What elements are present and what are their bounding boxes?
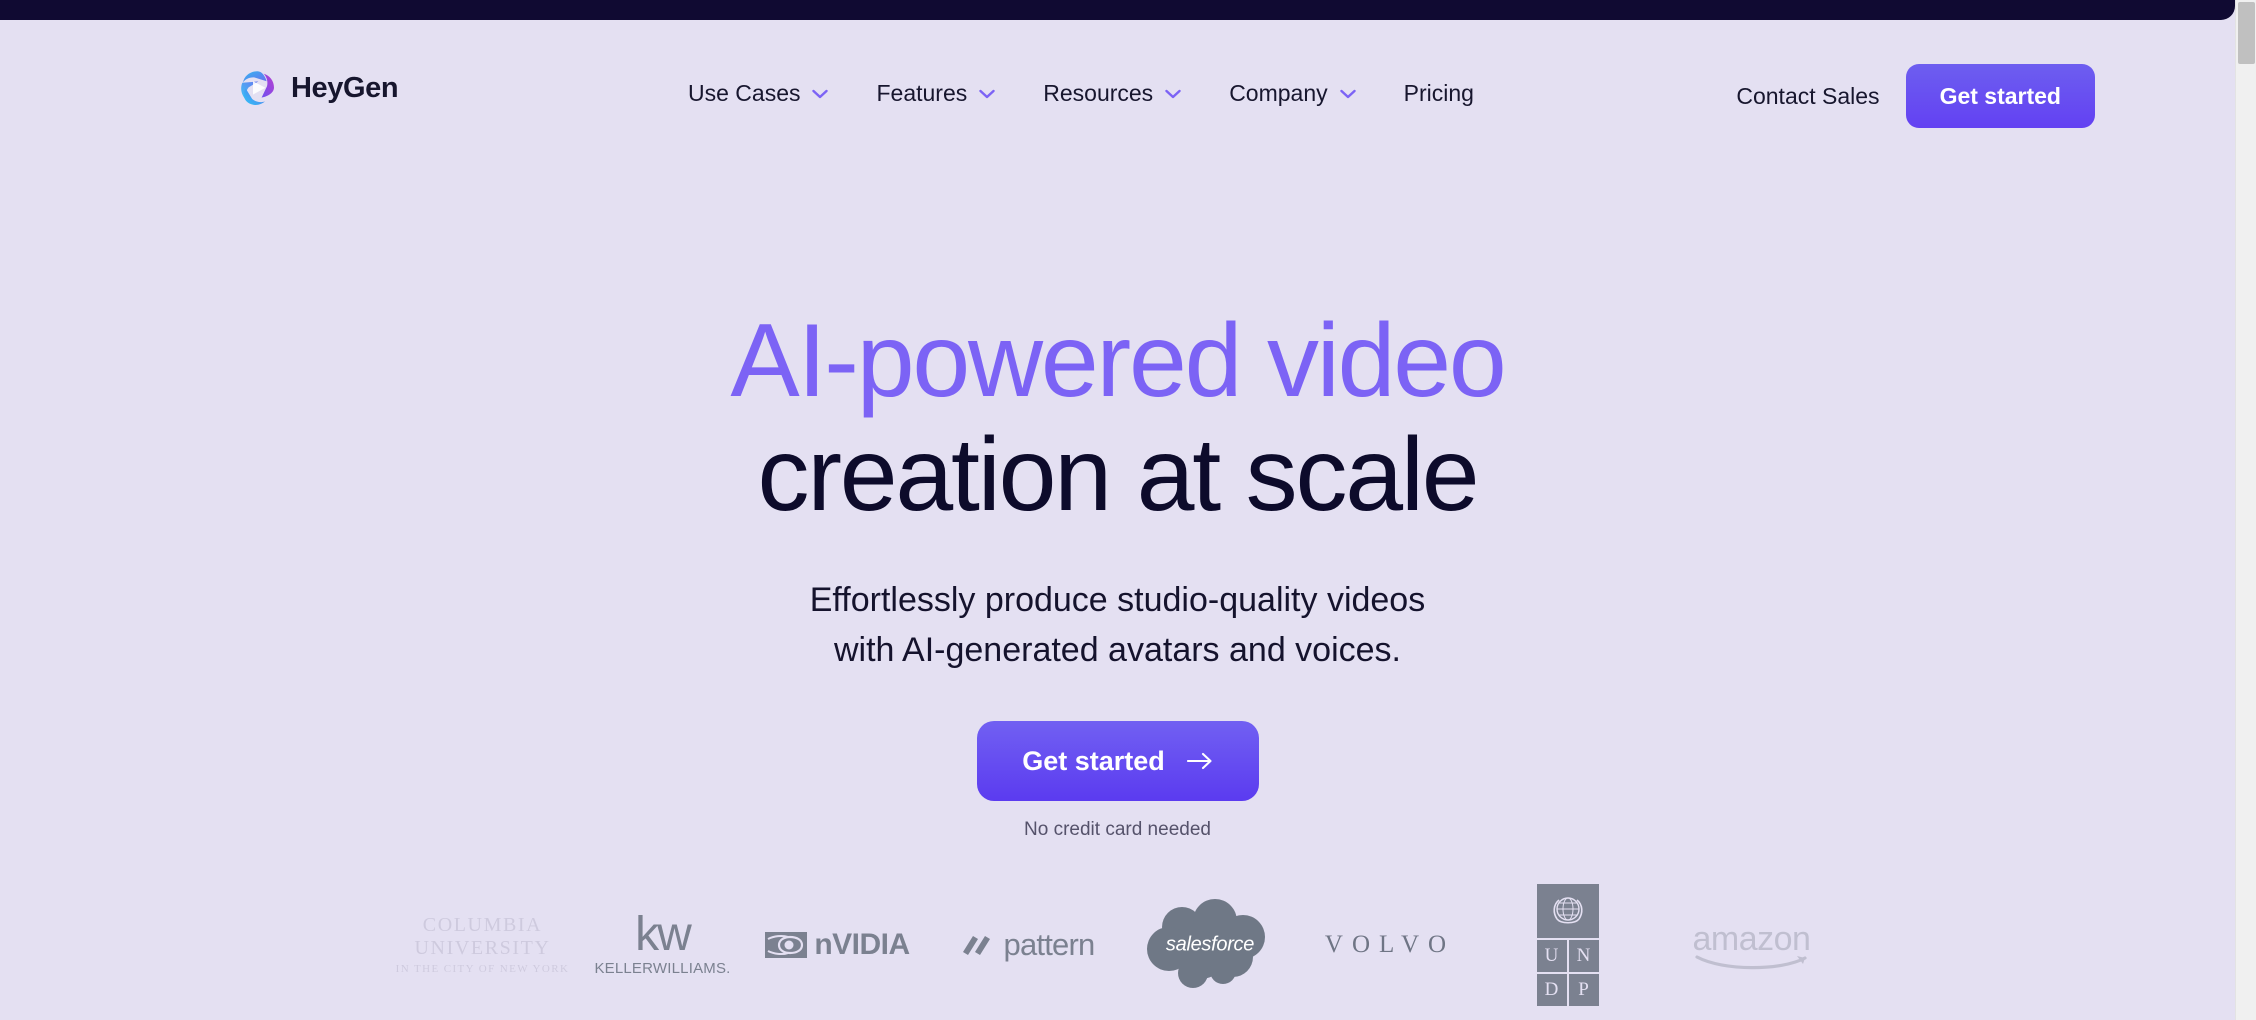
logo-amazon: amazon xyxy=(1653,890,1853,1000)
arrow-right-icon xyxy=(1186,753,1212,770)
hero-section: AI-powered video creation at scale Effor… xyxy=(0,120,2235,841)
logo-pattern: pattern xyxy=(933,890,1123,1000)
salesforce-wordmark: salesforce xyxy=(1165,933,1255,956)
nav-item-resources[interactable]: Resources xyxy=(1043,80,1181,107)
nvidia-wordmark: nVIDIA xyxy=(814,928,910,961)
header-get-started-button[interactable]: Get started xyxy=(1905,64,2095,128)
nav-item-company[interactable]: Company xyxy=(1229,80,1356,107)
chevron-down-icon xyxy=(812,89,829,98)
nav-label: Pricing xyxy=(1403,80,1474,106)
logo-nvidia: nVIDIA xyxy=(743,890,933,1000)
undp-letter-n: N xyxy=(1568,940,1599,972)
hero-title: AI-powered video creation at scale xyxy=(0,304,2235,533)
volvo-wordmark: VOLVO xyxy=(1324,931,1456,958)
brand-name: HeyGen xyxy=(291,71,399,104)
nav-label: Features xyxy=(876,80,968,106)
chevron-down-icon xyxy=(1339,89,1356,98)
undp-letter-p: P xyxy=(1568,974,1599,1006)
scrollbar-thumb[interactable] xyxy=(2238,2,2255,64)
brand-logo[interactable]: HeyGen xyxy=(238,68,399,108)
nav-label: Use Cases xyxy=(688,80,801,106)
nvidia-eye-icon xyxy=(765,932,808,958)
browser-viewport: HeyGen Use Cases Features Resources Comp… xyxy=(0,0,2256,1020)
undp-letter-u: U xyxy=(1536,940,1567,972)
vertical-scrollbar[interactable] xyxy=(2235,0,2256,1020)
hero-cta-label: Get started xyxy=(1022,745,1165,776)
undp-letter-d: D xyxy=(1536,974,1567,1006)
logo-salesforce: salesforce xyxy=(1123,890,1298,1000)
kw-monogram: kw xyxy=(635,907,692,961)
kw-wordmark: KELLERWILLIAMS. xyxy=(594,960,731,978)
nav-item-use-cases[interactable]: Use Cases xyxy=(688,80,829,107)
logo-undp: U N D P xyxy=(1483,884,1653,1006)
pattern-slashes-icon xyxy=(962,936,990,955)
hero-title-line-2: creation at scale xyxy=(757,417,1480,534)
no-credit-card-note: No credit card needed xyxy=(1024,819,1211,841)
customer-logo-strip: COLUMBIA UNIVERSITY IN THE CITY OF NEW Y… xyxy=(0,884,2235,1006)
main-navigation: Use Cases Features Resources Company Pri… xyxy=(688,80,1474,107)
hero-title-line-1: AI-powered video xyxy=(730,303,1506,419)
chevron-down-icon xyxy=(979,89,995,98)
header-actions: Contact Sales Get started xyxy=(1736,64,2095,128)
hero-cta-group: Get started No credit card needed xyxy=(0,721,2235,841)
un-emblem-icon xyxy=(1536,884,1599,938)
logo-columbia-university: COLUMBIA UNIVERSITY IN THE CITY OF NEW Y… xyxy=(383,890,583,1000)
contact-sales-link[interactable]: Contact Sales xyxy=(1736,83,1879,110)
hero-subtitle-line-2: with AI-generated avatars and voices. xyxy=(834,631,1401,670)
nav-label: Company xyxy=(1229,80,1328,106)
nav-label: Resources xyxy=(1043,80,1154,106)
nav-item-pricing[interactable]: Pricing xyxy=(1404,80,1474,107)
webpage-content: HeyGen Use Cases Features Resources Comp… xyxy=(0,0,2235,1020)
chevron-down-icon xyxy=(1165,89,1181,98)
heygen-swirl-play-icon xyxy=(241,71,274,105)
columbia-line-1: COLUMBIA UNIVERSITY xyxy=(414,914,551,960)
un-globe-wreath-icon xyxy=(1552,897,1583,924)
logo-volvo: VOLVO xyxy=(1298,890,1483,1000)
pattern-wordmark: pattern xyxy=(1003,927,1096,962)
site-header: HeyGen Use Cases Features Resources Comp… xyxy=(0,20,2235,128)
hero-get-started-button[interactable]: Get started xyxy=(976,721,1259,802)
amazon-wordmark: amazon xyxy=(1692,919,1811,958)
nav-item-features[interactable]: Features xyxy=(876,80,995,107)
hero-subtitle: Effortlessly produce studio-quality vide… xyxy=(0,575,2235,676)
hero-subtitle-line-1: Effortlessly produce studio-quality vide… xyxy=(809,580,1426,619)
logo-keller-williams: kw KELLERWILLIAMS. xyxy=(583,890,743,1000)
columbia-line-2: IN THE CITY OF NEW YORK xyxy=(395,963,570,976)
browser-top-bar xyxy=(0,0,2235,20)
